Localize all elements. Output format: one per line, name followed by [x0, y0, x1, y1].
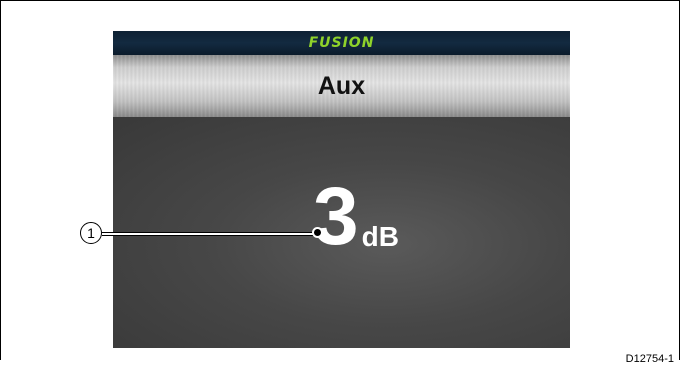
fusion-logo: FUSION [308, 35, 375, 51]
figure-id-label: D12754-1 [625, 353, 674, 365]
brand-bar: FUSION [113, 31, 570, 55]
callout-marker: 1 [80, 222, 102, 244]
callout-number: 1 [87, 225, 95, 241]
stereo-display: FUSION Aux 3 dB [113, 31, 570, 348]
source-title: Aux [317, 71, 366, 100]
level-readout: 3 dB [313, 171, 399, 262]
level-value: 3 [313, 171, 359, 262]
source-title-bar: Aux [113, 55, 570, 117]
callout-leader-line [102, 232, 318, 236]
callout-pointer-dot [312, 227, 323, 238]
level-unit: dB [361, 221, 399, 252]
